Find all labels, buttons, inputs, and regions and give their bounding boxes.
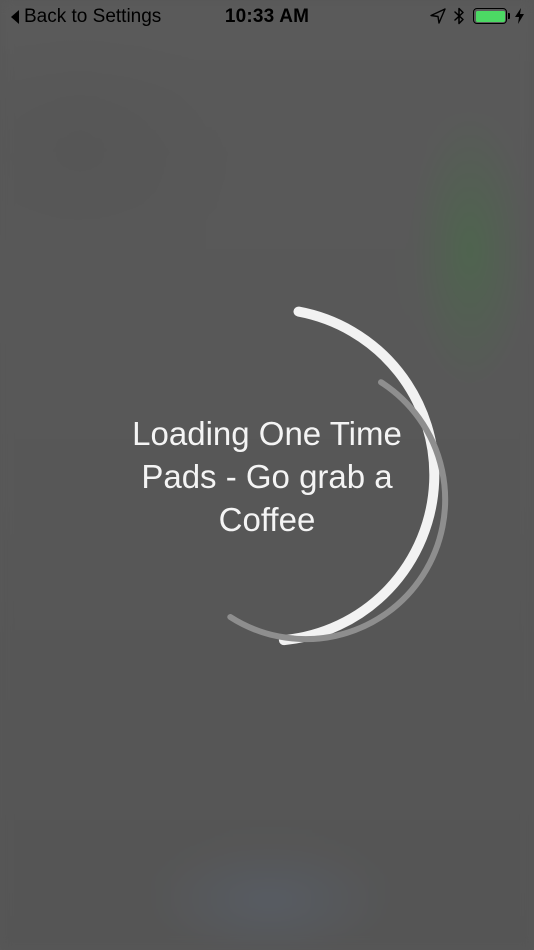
loading-message: Loading One Time Pads - Go grab a Coffee — [132, 415, 402, 538]
loading-indicator: Loading One Time Pads - Go grab a Coffee — [0, 0, 534, 950]
loading-screen: Back to Settings 10:33 AM Loading One Ti… — [0, 0, 534, 950]
